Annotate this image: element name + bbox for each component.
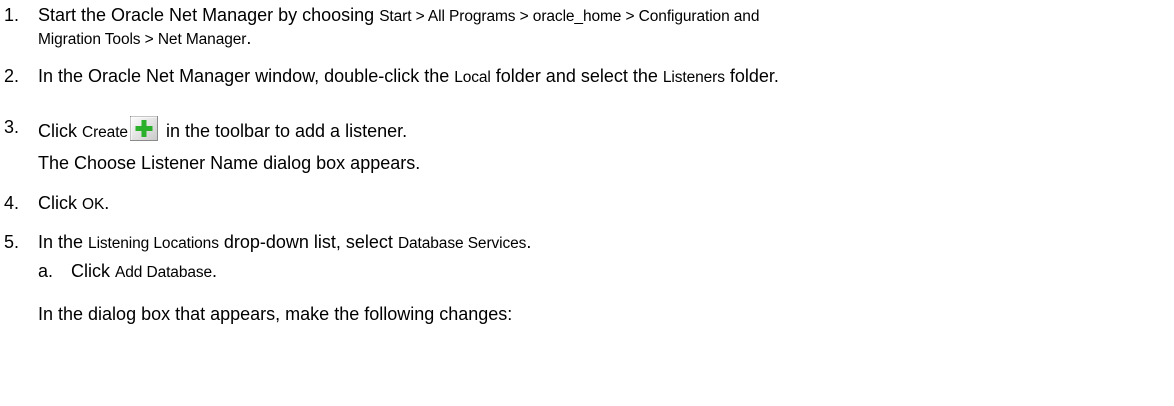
menu-path: Start > All Programs > oracle_home > Con… bbox=[379, 8, 760, 25]
step-text: Click Create in the toolbar to add a lis… bbox=[38, 116, 1174, 144]
step-plain-text: . bbox=[526, 232, 532, 252]
step-plain-text: . bbox=[104, 193, 110, 213]
ui-term-database-services: Database Services bbox=[397, 235, 527, 252]
step-plain-text: Click bbox=[38, 193, 82, 213]
menu-path-continued: Migration Tools > Net Manager bbox=[38, 31, 247, 48]
step-number: 2. bbox=[4, 66, 20, 86]
step-plain-text: folder and select the bbox=[490, 66, 663, 86]
step-plain-text: In the bbox=[38, 232, 89, 252]
step-number: 3. bbox=[4, 117, 20, 137]
step-result-note: The Choose Listener Name dialog box appe… bbox=[38, 153, 421, 173]
substep-letter: a. bbox=[38, 261, 54, 281]
step-plain-text: . bbox=[212, 261, 218, 281]
step-plain-text: folder. bbox=[724, 66, 779, 86]
step-plain-text: In the Oracle Net Manager window, double… bbox=[38, 66, 455, 86]
step-text: Click OK. bbox=[38, 192, 1174, 216]
step-plain-text: in the toolbar to add a listener. bbox=[160, 121, 408, 141]
step-plain-text: drop-down list, select bbox=[218, 232, 398, 252]
step-number: 4. bbox=[4, 193, 20, 213]
ui-term-ok: OK bbox=[82, 196, 105, 213]
step-plain-text: . bbox=[246, 28, 252, 48]
ui-term-local: Local bbox=[454, 69, 491, 86]
step-plain-text: Click bbox=[38, 121, 82, 141]
step-text: In the Listening Locations drop-down lis… bbox=[38, 231, 1174, 255]
create-plus-icon bbox=[129, 116, 158, 141]
step-number: 5. bbox=[4, 232, 20, 252]
ui-term-listening-locations: Listening Locations bbox=[88, 235, 219, 252]
step-text: Start the Oracle Net Manager by choosing… bbox=[38, 4, 1174, 28]
step-plain-text: Start the Oracle Net Manager by choosing bbox=[38, 5, 380, 25]
ui-term-listeners: Listeners bbox=[662, 69, 725, 86]
document-page: 1. Start the Oracle Net Manager by choos… bbox=[0, 0, 1174, 406]
closing-paragraph: In the dialog box that appears, make the… bbox=[38, 304, 513, 324]
step-plain-text: Click bbox=[71, 261, 115, 281]
ui-term-create: Create bbox=[82, 124, 128, 141]
step-text: In the Oracle Net Manager window, double… bbox=[38, 65, 1174, 89]
step-number: 1. bbox=[4, 5, 20, 25]
step-text-continued: Migration Tools > Net Manager. bbox=[38, 27, 1174, 51]
ui-term-add-database: Add Database bbox=[115, 264, 213, 281]
substep-text: Click Add Database. bbox=[71, 260, 217, 284]
